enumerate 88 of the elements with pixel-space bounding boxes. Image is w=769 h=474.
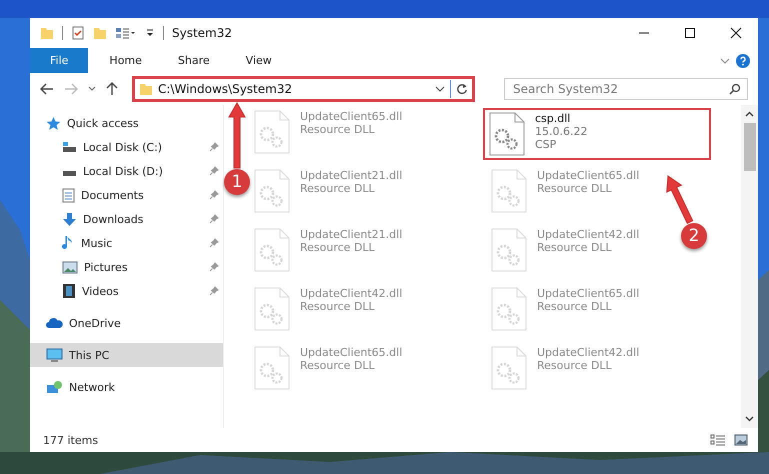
nav-item[interactable]: Pictures — [30, 255, 223, 279]
file-name: UpdateClient21.dll — [300, 228, 402, 241]
highlight-frame[interactable]: csp.dll 15.0.6.22 CSP — [483, 108, 711, 160]
nav-item[interactable]: Videos — [30, 279, 223, 303]
nav-item[interactable]: Quick access — [30, 111, 223, 135]
ribbon-tab[interactable]: Share — [162, 48, 225, 73]
maximize-icon[interactable] — [684, 27, 696, 39]
pin-icon[interactable] — [209, 262, 219, 272]
pin-icon[interactable] — [209, 166, 219, 176]
details-view-icon[interactable] — [710, 434, 726, 446]
file-name: csp.dll — [535, 112, 572, 125]
pin-icon[interactable] — [209, 214, 219, 224]
file-gears-icon — [491, 169, 527, 213]
folder-icon — [139, 82, 153, 96]
file-gears-icon — [491, 287, 527, 331]
file-detail: Resource DLL — [300, 182, 376, 195]
file-name: UpdateClient21.dll — [300, 169, 402, 182]
scroll-up-icon[interactable] — [745, 111, 754, 117]
search-field[interactable]: Search System32 — [504, 78, 748, 100]
file-name: UpdateClient65.dll — [300, 110, 402, 123]
scroll-thumb[interactable] — [744, 123, 756, 171]
large-icons-view-icon[interactable] — [734, 434, 748, 446]
film-icon — [62, 283, 76, 299]
nav-item[interactable]: OneDrive — [30, 311, 223, 335]
file-gears-icon — [491, 228, 527, 272]
nav-item[interactable]: This PC — [30, 343, 223, 367]
pin-icon[interactable] — [209, 238, 219, 248]
file-gears-icon — [489, 112, 525, 156]
address-bar[interactable]: C:\Windows\System32 — [132, 76, 475, 102]
file-detail: Resource DLL — [300, 359, 376, 372]
ribbon-tab[interactable]: View — [230, 48, 287, 73]
pointer-arrow — [666, 175, 694, 224]
drive-icon — [62, 141, 77, 153]
file-detail: Resource DLL — [300, 300, 376, 313]
star-icon — [46, 116, 61, 130]
chevron-icon[interactable] — [720, 56, 730, 64]
file-name: UpdateClient65.dll — [300, 346, 402, 359]
up-icon[interactable] — [106, 82, 118, 96]
file-detail: Resource DLL — [300, 241, 376, 254]
pointer-arrow — [228, 102, 246, 168]
ribbon-tab[interactable]: Home — [94, 48, 157, 73]
nav-item[interactable]: Downloads — [30, 207, 223, 231]
file-gears-icon — [491, 346, 527, 390]
file-name: UpdateClient42.dll — [300, 287, 402, 300]
window-title: System32 — [172, 26, 232, 40]
file-detail: 15.0.6.22 — [535, 125, 588, 138]
file-detail: Resource DLL — [537, 241, 613, 254]
file-gears-icon — [254, 228, 290, 272]
cloud-icon — [46, 317, 63, 329]
document-icon — [62, 188, 75, 202]
file-detail: Resource DLL — [300, 123, 376, 136]
file-detail: Resource DLL — [537, 300, 613, 313]
network-icon — [46, 380, 63, 394]
back-icon[interactable] — [40, 83, 54, 95]
download-icon — [62, 212, 77, 226]
item-count: 177 items — [43, 434, 98, 446]
file-gears-icon — [254, 346, 290, 390]
close-icon[interactable] — [730, 27, 742, 39]
file-gears-icon — [254, 110, 290, 154]
help-icon[interactable] — [736, 54, 750, 68]
scroll-down-icon[interactable] — [745, 416, 754, 422]
nav-item[interactable]: Local Disk (C:) — [30, 135, 223, 159]
picture-icon — [62, 260, 78, 274]
file-gears-icon — [254, 169, 290, 213]
file-detail: Resource DLL — [537, 182, 613, 195]
search-icon[interactable] — [729, 83, 741, 95]
file-gears-icon — [254, 287, 290, 331]
file-name: UpdateClient65.dll — [537, 287, 640, 300]
properties-icon[interactable] — [71, 26, 85, 40]
music-note-icon — [62, 235, 75, 251]
nav-item[interactable]: Music — [30, 231, 223, 255]
file-name: UpdateClient42.dll — [537, 228, 640, 241]
file-detail: CSP — [535, 138, 558, 151]
file-detail: Resource DLL — [537, 359, 613, 372]
nav-item[interactable]: Network — [30, 375, 223, 399]
nav-item[interactable]: Documents — [30, 183, 223, 207]
monitor-icon — [46, 348, 63, 362]
ribbon-tab[interactable]: File — [30, 48, 88, 73]
pin-icon[interactable] — [209, 190, 219, 200]
address-path: C:\Windows\System32 — [158, 82, 294, 96]
file-name: UpdateClient42.dll — [537, 346, 640, 359]
nav-item[interactable]: Local Disk (D:) — [30, 159, 223, 183]
refresh-icon[interactable] — [456, 83, 468, 95]
pin-icon[interactable] — [209, 286, 219, 296]
pin-icon[interactable] — [209, 142, 219, 152]
view-options-icon[interactable] — [115, 26, 137, 40]
dropdown-icon[interactable] — [435, 85, 445, 93]
file-name: UpdateClient65.dll — [537, 169, 640, 182]
